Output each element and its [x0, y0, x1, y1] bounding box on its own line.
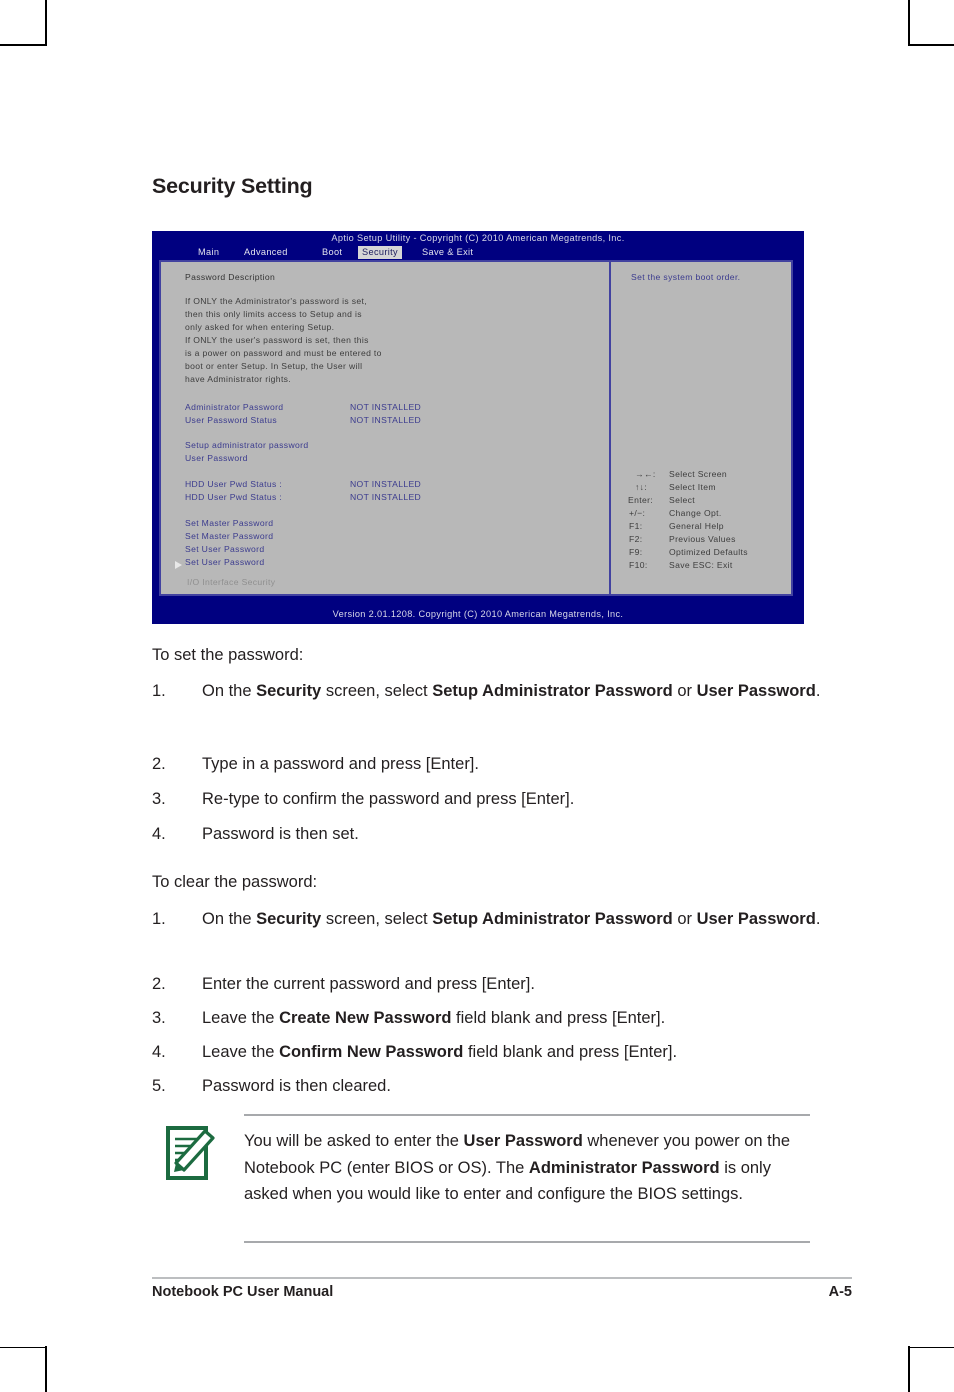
bios-key-help-select-screen-key: →←:	[635, 469, 656, 479]
list-text: On the Security screen, select Setup Adm…	[202, 682, 821, 700]
clear-password-heading: To clear the password:	[152, 873, 318, 891]
footer-page-number: A-5	[828, 1284, 852, 1300]
list-text: Leave the Create New Password field blan…	[202, 1009, 666, 1027]
bios-row-setup-administrator-password[interactable]: Setup administrator password	[185, 439, 308, 452]
bios-row-user-password[interactable]: User Password	[185, 452, 248, 465]
bios-version-bar: Version 2.01.1208. Copyright (C) 2010 Am…	[332, 609, 624, 619]
list-text: Password is then cleared.	[202, 1077, 391, 1095]
document-page: Security Setting Aptio Setup Utility - C…	[152, 0, 852, 1392]
bios-tab-advanced[interactable]: Advanced	[240, 246, 292, 259]
bios-description-line: If ONLY the user's password is set, then…	[185, 335, 369, 345]
bios-row-hdd-user-pwd-status-label[interactable]: HDD User Pwd Status :	[185, 478, 282, 491]
bios-tab-security[interactable]: Security	[358, 246, 402, 259]
crop-mark-bottom-left-horizontal	[0, 1346, 46, 1348]
bios-section-heading: Password Description	[185, 272, 276, 282]
bios-row-io-interface-security[interactable]: I/O Interface Security	[187, 576, 275, 589]
bios-key-help-enter-key: Enter:	[628, 495, 654, 505]
bios-setup-screenshot: Aptio Setup Utility - Copyright (C) 2010…	[152, 231, 804, 624]
bios-description-line: then this only limits access to Setup an…	[185, 309, 362, 319]
set-password-step-4: 4. Password is then set.	[152, 822, 852, 846]
bios-key-help-select-screen-desc: Select Screen	[669, 469, 728, 479]
bios-description-line: boot or enter Setup. In Setup, the User …	[185, 361, 363, 371]
clear-password-step-4: 4. Leave the Confirm New Password field …	[152, 1040, 852, 1064]
bios-row-hdd-user-pwd-status-value: NOT INSTALLED	[350, 479, 422, 489]
list-text: On the Security screen, select Setup Adm…	[202, 910, 821, 928]
crop-mark-bottom-right-horizontal	[908, 1346, 954, 1348]
bios-key-help-select-item-desc: Select Item	[669, 482, 716, 492]
bios-key-help-f2-key: F2:	[629, 534, 643, 544]
list-number: 1.	[152, 682, 166, 700]
bios-row-set-user-password[interactable]: Set User Password	[185, 556, 265, 569]
bios-key-help-f2-desc: Previous Values	[669, 534, 736, 544]
bios-description-line: If ONLY the Administrator's password is …	[185, 296, 367, 306]
list-text: Re-type to confirm the password and pres…	[202, 790, 575, 808]
bios-tab-save-exit[interactable]: Save & Exit	[418, 246, 477, 259]
list-number: 4.	[152, 1043, 166, 1061]
bios-row-set-user-password[interactable]: Set User Password	[185, 543, 265, 556]
bios-description-line: is a power on password and must be enter…	[185, 348, 382, 358]
bios-row-administrator-password-label[interactable]: Administrator Password	[185, 401, 283, 414]
crop-mark-top-right-vertical	[908, 0, 910, 46]
bios-key-help-change-opt-desc: Change Opt.	[669, 508, 722, 518]
bios-description-line: have Administrator rights.	[185, 374, 292, 384]
bios-content-area: Password Description If ONLY the Adminis…	[159, 260, 793, 596]
note-text: You will be asked to enter the User Pass…	[244, 1132, 791, 1203]
bios-key-help-change-opt-key: +/−:	[629, 508, 646, 518]
list-text: Password is then set.	[202, 825, 359, 843]
list-number: 2.	[152, 975, 166, 993]
bios-row-set-master-password[interactable]: Set Master Password	[185, 530, 273, 543]
bios-title-bar: Aptio Setup Utility - Copyright (C) 2010…	[331, 233, 625, 243]
bios-key-help-f10-key: F10:	[629, 560, 648, 570]
bios-help-pane: Set the system boot order. →←: Select Sc…	[613, 262, 791, 594]
note-divider-bottom	[244, 1241, 810, 1243]
bios-row-hdd-user-pwd-status-label[interactable]: HDD User Pwd Status :	[185, 491, 282, 504]
list-text: Enter the current password and press [En…	[202, 975, 535, 993]
clear-password-step-3: 3. Leave the Create New Password field b…	[152, 1006, 852, 1030]
bios-row-hdd-user-pwd-status-value: NOT INSTALLED	[350, 492, 422, 502]
bios-key-help-f1-desc: General Help	[669, 521, 724, 531]
clear-password-step-1: 1. On the Security screen, select Setup …	[152, 907, 852, 931]
list-number: 5.	[152, 1077, 166, 1095]
bios-tab-main[interactable]: Main	[194, 246, 223, 259]
crop-mark-bottom-right-vertical	[908, 1346, 910, 1392]
bios-description-line: only asked for when entering Setup.	[185, 322, 335, 332]
crop-mark-top-left-vertical	[45, 0, 47, 46]
list-number: 3.	[152, 1009, 166, 1027]
set-password-step-3: 3. Re-type to confirm the password and p…	[152, 787, 852, 811]
page-title: Security Setting	[152, 174, 313, 198]
set-password-step-2: 2. Type in a password and press [Enter].	[152, 752, 852, 776]
clear-password-step-5: 5. Password is then cleared.	[152, 1074, 852, 1098]
list-text: Leave the Confirm New Password field bla…	[202, 1043, 678, 1061]
bios-row-user-password-status-value: NOT INSTALLED	[350, 415, 422, 425]
list-number: 4.	[152, 825, 166, 843]
bios-key-help-f1-key: F1:	[629, 521, 643, 531]
bios-key-help-f9-key: F9:	[629, 547, 643, 557]
clear-password-step-2: 2. Enter the current password and press …	[152, 972, 852, 996]
list-number: 1.	[152, 910, 166, 928]
note-pencil-icon	[165, 1125, 217, 1181]
bios-row-set-master-password[interactable]: Set Master Password	[185, 517, 273, 530]
set-password-heading: To set the password:	[152, 646, 304, 664]
note-divider-top	[244, 1114, 810, 1116]
bios-key-help-f10-desc: Save ESC: Exit	[669, 560, 733, 570]
bios-tab-boot[interactable]: Boot	[318, 246, 346, 259]
bios-menu-bar: Main Advanced Boot Security Save & Exit	[152, 246, 804, 259]
bios-main-pane: Password Description If ONLY the Adminis…	[161, 262, 611, 594]
list-number: 3.	[152, 790, 166, 808]
bios-help-text: Set the system boot order.	[631, 272, 741, 282]
crop-mark-top-right-horizontal	[908, 44, 954, 46]
list-text: Type in a password and press [Enter].	[202, 755, 479, 773]
list-number: 2.	[152, 755, 166, 773]
bios-key-help-select-item-key: ↑↓:	[635, 482, 648, 492]
footer-divider	[152, 1277, 852, 1279]
crop-mark-bottom-left-vertical	[45, 1346, 47, 1392]
bios-row-user-password-status-label[interactable]: User Password Status	[185, 414, 277, 427]
submenu-arrow-icon	[175, 561, 182, 569]
crop-mark-top-left-horizontal	[0, 44, 46, 46]
bios-row-administrator-password-value: NOT INSTALLED	[350, 402, 422, 412]
set-password-step-1: 1. On the Security screen, select Setup …	[152, 679, 852, 703]
bios-key-help-enter-desc: Select	[669, 495, 695, 505]
bios-key-help-f9-desc: Optimized Defaults	[669, 547, 748, 557]
